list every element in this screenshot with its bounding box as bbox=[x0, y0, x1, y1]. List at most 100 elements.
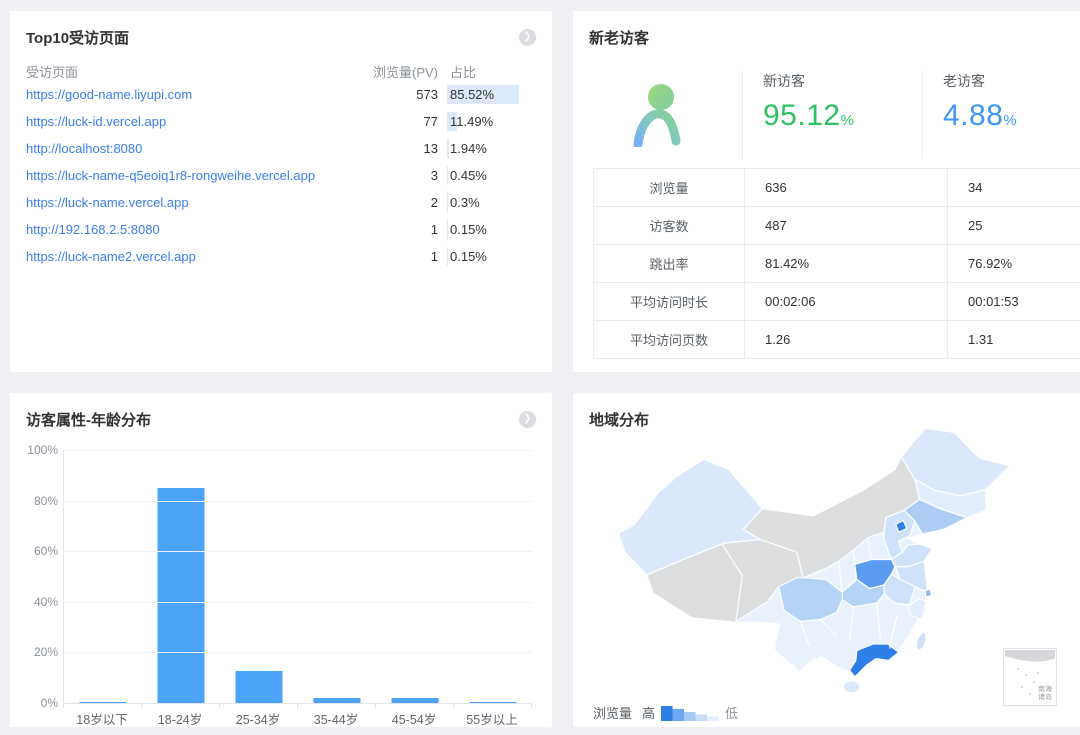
metric-row: 平均访问页数1.261.31 bbox=[594, 321, 1080, 359]
visitor-metrics-table: 浏览量63634访客数48725跳出率81.42%76.92%平均访问时长00:… bbox=[593, 168, 1080, 359]
table-header: 受访页面 浏览量(PV) 占比 bbox=[10, 61, 552, 81]
age-bar-chart bbox=[63, 450, 532, 704]
legend-wedge-step bbox=[673, 709, 685, 721]
metric-label: 跳出率 bbox=[594, 245, 745, 283]
metric-new-value: 487 bbox=[745, 207, 948, 245]
age-bar[interactable] bbox=[236, 671, 283, 703]
card-title: 新老访客 bbox=[589, 27, 649, 48]
pv-value: 1 bbox=[368, 222, 438, 237]
table-row: https://luck-name-q5eoiq1r8-rongweihe.ve… bbox=[10, 162, 552, 189]
column-header-pv: 浏览量(PV) bbox=[368, 62, 438, 81]
table-row: http://192.168.2.5:80801 0.15% bbox=[10, 216, 552, 243]
x-axis-tick bbox=[297, 704, 298, 708]
table-row: https://luck-name.vercel.app2 0.3% bbox=[10, 189, 552, 216]
ratio-cell: 85.52% bbox=[450, 85, 536, 104]
gridline bbox=[64, 602, 532, 603]
ratio-cell: 0.45% bbox=[450, 166, 536, 185]
old-visitor-stat: 老访客 4.88% bbox=[923, 67, 1080, 163]
province-taiwan[interactable] bbox=[915, 631, 928, 651]
ratio-value: 85.52% bbox=[450, 87, 494, 102]
age-bar[interactable] bbox=[80, 702, 127, 703]
metric-row: 跳出率81.42%76.92% bbox=[594, 245, 1080, 283]
x-axis-category-label: 25-34岁 bbox=[219, 709, 297, 728]
pv-value: 77 bbox=[368, 114, 438, 129]
page-url-link[interactable]: https://luck-id.vercel.app bbox=[26, 114, 368, 129]
metric-old-value: 34 bbox=[948, 169, 1080, 207]
pv-value: 573 bbox=[368, 87, 438, 102]
south-china-sea-inset: 南海诸岛 bbox=[1003, 648, 1057, 706]
y-axis-tick-label: 60% bbox=[14, 544, 58, 558]
ratio-value: 11.49% bbox=[450, 114, 493, 129]
ratio-value: 0.3% bbox=[450, 195, 480, 210]
card-region-map: 地域分布 bbox=[573, 393, 1080, 727]
table-row: http://localhost:8080131.94% bbox=[10, 135, 552, 162]
y-axis-tick-label: 0% bbox=[14, 696, 58, 710]
province-hainan[interactable] bbox=[843, 681, 859, 693]
table-row: https://good-name.liyupi.com573 85.52% bbox=[10, 81, 552, 108]
province-shanghai[interactable] bbox=[925, 590, 931, 597]
chevron-right-icon[interactable]: ❯ bbox=[519, 411, 536, 428]
metric-new-value: 636 bbox=[745, 169, 948, 207]
x-axis-category-label: 18-24岁 bbox=[141, 709, 219, 728]
card-age-distribution: 访客属性-年龄分布 ❯ 100%80%60%40%20%0% 18岁以下18-2… bbox=[10, 393, 552, 727]
ratio-cell: 0.15% bbox=[450, 247, 536, 266]
bar-slot bbox=[298, 450, 376, 703]
analytics-dashboard: { "cards": { "top_pages": { "title": "To… bbox=[0, 0, 1080, 735]
legend-metric-label: 浏览量 bbox=[593, 703, 632, 722]
table-row: https://luck-id.vercel.app77 11.49% bbox=[10, 108, 552, 135]
card-visitors: 新老访客 新访客 95.12% bbox=[573, 11, 1080, 372]
card-header: 新老访客 bbox=[573, 11, 1080, 47]
metric-old-value: 00:01:53 bbox=[948, 283, 1080, 321]
ratio-cell: 0.15% bbox=[450, 220, 536, 239]
age-bar[interactable] bbox=[470, 702, 517, 703]
old-visitor-label: 老访客 bbox=[943, 71, 1080, 91]
ratio-value: 0.15% bbox=[450, 249, 487, 264]
ratio-cell: 0.3% bbox=[450, 193, 536, 212]
new-visitor-stat: 新访客 95.12% bbox=[743, 67, 922, 163]
x-axis-tick bbox=[219, 704, 220, 708]
x-axis-category-label: 18岁以下 bbox=[63, 709, 141, 728]
age-bar[interactable] bbox=[158, 488, 205, 703]
y-axis-tick-label: 20% bbox=[14, 645, 58, 659]
page-url-link[interactable]: http://localhost:8080 bbox=[26, 141, 368, 156]
age-bar[interactable] bbox=[392, 698, 439, 703]
gridline bbox=[64, 501, 532, 502]
bar-slot bbox=[454, 450, 532, 703]
pv-value: 2 bbox=[368, 195, 438, 210]
legend-wedge-step bbox=[661, 706, 673, 721]
pv-value: 1 bbox=[368, 249, 438, 264]
page-url-link[interactable]: https://good-name.liyupi.com bbox=[26, 87, 368, 102]
gridline bbox=[64, 450, 532, 451]
gridline bbox=[64, 551, 532, 552]
chevron-right-icon[interactable]: ❯ bbox=[519, 29, 536, 46]
x-axis-tick bbox=[453, 704, 454, 708]
metric-row: 平均访问时长00:02:0600:01:53 bbox=[594, 283, 1080, 321]
metric-label: 浏览量 bbox=[594, 169, 745, 207]
new-visitor-value: 95.12% bbox=[763, 99, 922, 133]
ratio-cell: 1.94% bbox=[450, 139, 536, 158]
metric-label: 平均访问时长 bbox=[594, 283, 745, 321]
bar-slot bbox=[220, 450, 298, 703]
page-url-link[interactable]: https://luck-name2.vercel.app bbox=[26, 249, 368, 264]
legend-wedge-step bbox=[684, 712, 696, 721]
age-bar[interactable] bbox=[314, 698, 361, 703]
metric-row: 访客数48725 bbox=[594, 207, 1080, 245]
metric-label: 访客数 bbox=[594, 207, 745, 245]
ratio-value: 0.45% bbox=[450, 168, 487, 183]
x-axis-tick bbox=[375, 704, 376, 708]
x-axis-category-label: 35-44岁 bbox=[297, 709, 375, 728]
metric-old-value: 76.92% bbox=[948, 245, 1080, 283]
old-visitor-value: 4.88% bbox=[943, 99, 1080, 133]
map-legend: 浏览量 高 低 bbox=[593, 703, 738, 722]
y-axis-tick-label: 100% bbox=[14, 443, 58, 457]
x-axis-category-label: 45-54岁 bbox=[375, 709, 453, 728]
page-url-link[interactable]: http://192.168.2.5:8080 bbox=[26, 222, 368, 237]
card-top-pages: Top10受访页面 ❯ 受访页面 浏览量(PV) 占比 https://good… bbox=[10, 11, 552, 372]
legend-gradient-wedge bbox=[661, 705, 719, 721]
card-header: Top10受访页面 ❯ bbox=[10, 11, 552, 47]
legend-low-label: 低 bbox=[725, 703, 738, 722]
page-url-link[interactable]: https://luck-name.vercel.app bbox=[26, 195, 368, 210]
age-bars bbox=[64, 450, 532, 703]
metric-row: 浏览量63634 bbox=[594, 169, 1080, 207]
page-url-link[interactable]: https://luck-name-q5eoiq1r8-rongweihe.ve… bbox=[26, 168, 368, 183]
